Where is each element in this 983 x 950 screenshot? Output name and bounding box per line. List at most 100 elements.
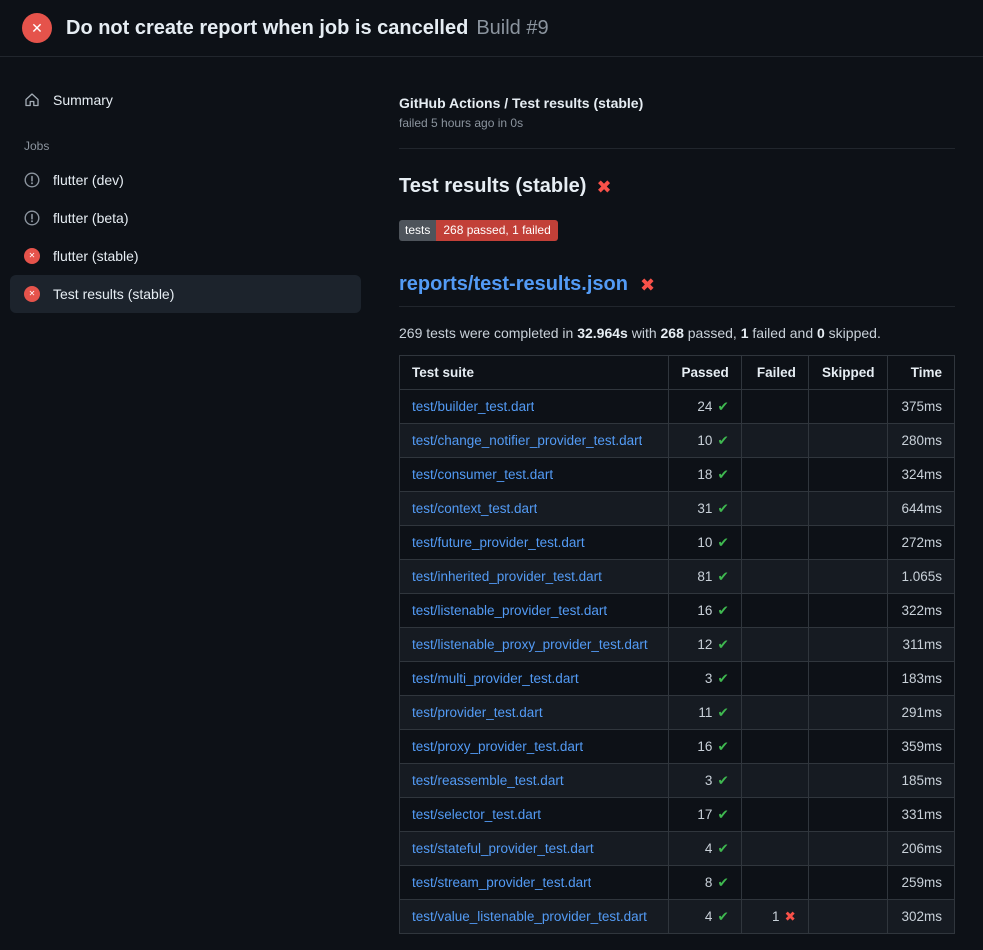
test-suite-cell: test/listenable_provider_test.dart	[400, 594, 669, 628]
sidebar: Summary Jobs flutter (dev) flutter (beta…	[0, 57, 381, 313]
test-suite-link[interactable]: test/change_notifier_provider_test.dart	[412, 433, 642, 448]
check-run-content: GitHub Actions / Test results (stable) f…	[381, 57, 983, 934]
test-suite-link[interactable]: test/listenable_provider_test.dart	[412, 603, 607, 618]
test-suite-cell: test/selector_test.dart	[400, 798, 669, 832]
test-suite-link[interactable]: test/provider_test.dart	[412, 705, 543, 720]
table-row: test/reassemble_test.dart3✔185ms	[400, 764, 955, 798]
failed-cell	[741, 662, 808, 696]
skipped-cell	[808, 628, 887, 662]
test-suite-link[interactable]: test/listenable_proxy_provider_test.dart	[412, 637, 648, 652]
time-cell: 183ms	[887, 662, 954, 696]
check-title: Test results (stable) ✖	[399, 175, 955, 198]
failed-cell	[741, 696, 808, 730]
col-header-skipped: Skipped	[808, 356, 887, 390]
home-icon	[24, 92, 40, 108]
count: 8	[705, 875, 713, 890]
check-icon: ✔	[717, 535, 728, 550]
test-suite-link[interactable]: test/reassemble_test.dart	[412, 773, 564, 788]
time-cell: 331ms	[887, 798, 954, 832]
failed-x-icon: ✖	[596, 178, 611, 196]
check-icon: ✔	[717, 569, 728, 584]
count: 16	[697, 603, 712, 618]
col-header-passed: Passed	[669, 356, 741, 390]
check-icon: ✔	[717, 433, 728, 448]
jobs-heading: Jobs	[10, 119, 361, 161]
run-meta: failed 5 hours ago in 0s	[399, 116, 955, 130]
passed-cell: 10 ✔	[669, 526, 741, 560]
time-cell: 291ms	[887, 696, 954, 730]
test-suite-cell: test/proxy_provider_test.dart	[400, 730, 669, 764]
test-suite-cell: test/future_provider_test.dart	[400, 526, 669, 560]
passed-cell: 3✔	[669, 662, 741, 696]
badge-label: tests	[399, 220, 436, 241]
test-suite-cell: test/listenable_proxy_provider_test.dart	[400, 628, 669, 662]
passed-cell: 11 ✔	[669, 696, 741, 730]
job-label: flutter (stable)	[53, 248, 139, 264]
count: 11	[698, 705, 712, 720]
test-suite-link[interactable]: test/stateful_provider_test.dart	[412, 841, 594, 856]
test-suite-link[interactable]: test/inherited_provider_test.dart	[412, 569, 602, 584]
sidebar-item-summary[interactable]: Summary	[10, 81, 361, 119]
check-icon: ✔	[717, 909, 728, 924]
test-suite-link[interactable]: test/consumer_test.dart	[412, 467, 553, 482]
failed-cell	[741, 526, 808, 560]
passed-cell: 16✔	[669, 730, 741, 764]
x-icon: ✖	[785, 909, 796, 924]
time-cell: 1.065s	[887, 560, 954, 594]
test-suite-cell: test/value_listenable_provider_test.dart	[400, 900, 669, 934]
table-row: test/inherited_provider_test.dart 81✔ 1.06…	[400, 560, 955, 594]
sidebar-item-flutter-beta[interactable]: flutter (beta)	[10, 199, 361, 237]
table-row: test/multi_provider_test.dart 3✔ 183ms	[400, 662, 955, 696]
table-row: test/builder_test.dart24✔375ms	[400, 390, 955, 424]
report-file-link[interactable]: reports/test-results.json	[399, 273, 628, 296]
sidebar-item-flutter-dev[interactable]: flutter (dev)	[10, 161, 361, 199]
col-header-failed: Failed	[741, 356, 808, 390]
skipped-cell	[808, 662, 887, 696]
test-suite-link[interactable]: test/builder_test.dart	[412, 399, 534, 414]
time-cell: 311ms	[887, 628, 954, 662]
check-icon: ✔	[717, 841, 728, 856]
summary-label: Summary	[53, 92, 113, 108]
test-suite-link[interactable]: test/context_test.dart	[412, 501, 537, 516]
skipped-cell	[808, 798, 887, 832]
failed-cell	[741, 390, 808, 424]
test-suite-link[interactable]: test/value_listenable_provider_test.dart	[412, 909, 647, 924]
failed-cell	[741, 492, 808, 526]
test-suite-link[interactable]: test/multi_provider_test.dart	[412, 671, 579, 686]
test-suite-link[interactable]: test/future_provider_test.dart	[412, 535, 585, 550]
time-cell: 302ms	[887, 900, 954, 934]
table-row: test/listenable_provider_test.dart16✔322…	[400, 594, 955, 628]
skipped-cell	[808, 492, 887, 526]
time-cell: 272ms	[887, 526, 954, 560]
results-table-body: test/builder_test.dart24✔375mstest/chang…	[400, 390, 955, 934]
failed-x-icon: ✖	[640, 276, 655, 294]
time-cell: 375ms	[887, 390, 954, 424]
table-row: test/selector_test.dart17✔331ms	[400, 798, 955, 832]
time-cell: 185ms	[887, 764, 954, 798]
sidebar-item-test-results-stable[interactable]: ✕ Test results (stable)	[10, 275, 361, 313]
run-header: ✕ Do not create report when job is cance…	[0, 0, 983, 57]
check-icon: ✔	[717, 399, 728, 414]
sidebar-item-flutter-stable[interactable]: ✕ flutter (stable)	[10, 237, 361, 275]
test-suite-link[interactable]: test/stream_provider_test.dart	[412, 875, 591, 890]
passed-cell: 81✔	[669, 560, 741, 594]
count: 10	[697, 535, 712, 550]
test-suite-cell: test/change_notifier_provider_test.dart	[400, 424, 669, 458]
test-suite-link[interactable]: test/selector_test.dart	[412, 807, 541, 822]
test-suite-link[interactable]: test/proxy_provider_test.dart	[412, 739, 583, 754]
time-cell: 359ms	[887, 730, 954, 764]
skipped-cell	[808, 900, 887, 934]
skipped-cell	[808, 424, 887, 458]
test-summary-line: 269 tests were completed in 32.964s with…	[399, 325, 955, 341]
time-cell: 206ms	[887, 832, 954, 866]
github-actions-check-page: ✕ Do not create report when job is cance…	[0, 0, 983, 934]
job-label: Test results (stable)	[53, 286, 174, 302]
test-suite-cell: test/context_test.dart	[400, 492, 669, 526]
x-circle-icon: ✕	[24, 248, 40, 264]
x-circle-icon: ✕	[24, 286, 40, 302]
skipped-cell	[808, 832, 887, 866]
summary-text: 269 tests were completed in	[399, 325, 577, 341]
skipped-cell	[808, 390, 887, 424]
check-icon: ✔	[717, 705, 728, 720]
count: 3	[705, 671, 713, 686]
